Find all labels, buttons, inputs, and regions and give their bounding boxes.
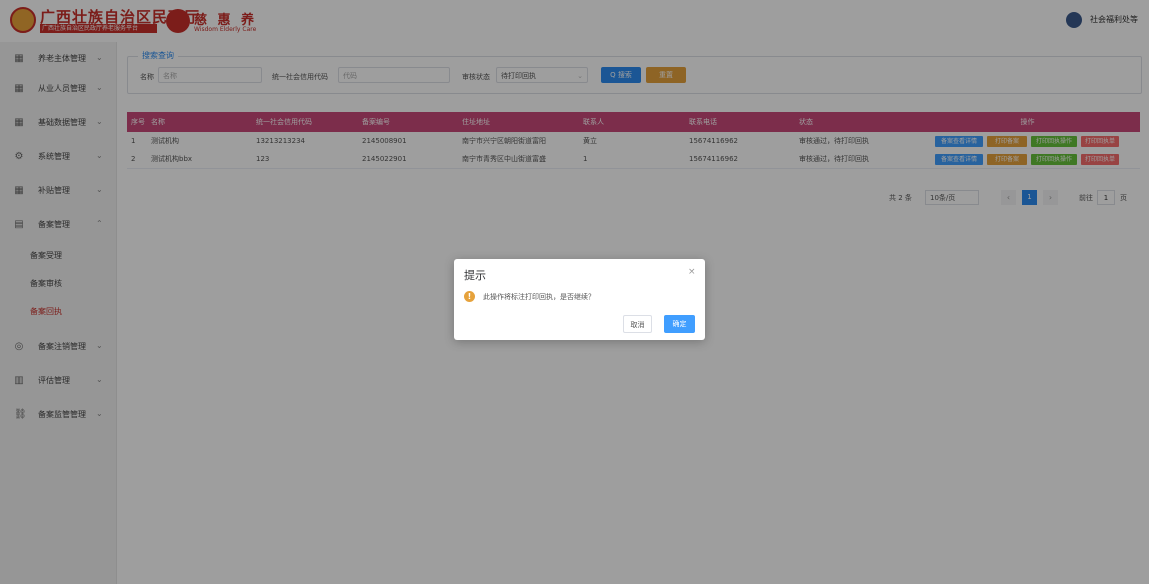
dialog-message: 此操作将标注打印回执，是否继续？	[483, 293, 595, 301]
cancel-button[interactable]: 取消	[623, 315, 652, 333]
confirm-dialog: 提示 × ! 此操作将标注打印回执，是否继续？ 取消 确定	[454, 259, 705, 340]
dialog-title: 提示	[464, 269, 486, 282]
close-icon[interactable]: ×	[688, 267, 696, 277]
confirm-button[interactable]: 确定	[664, 315, 695, 333]
warning-icon: !	[464, 291, 475, 302]
